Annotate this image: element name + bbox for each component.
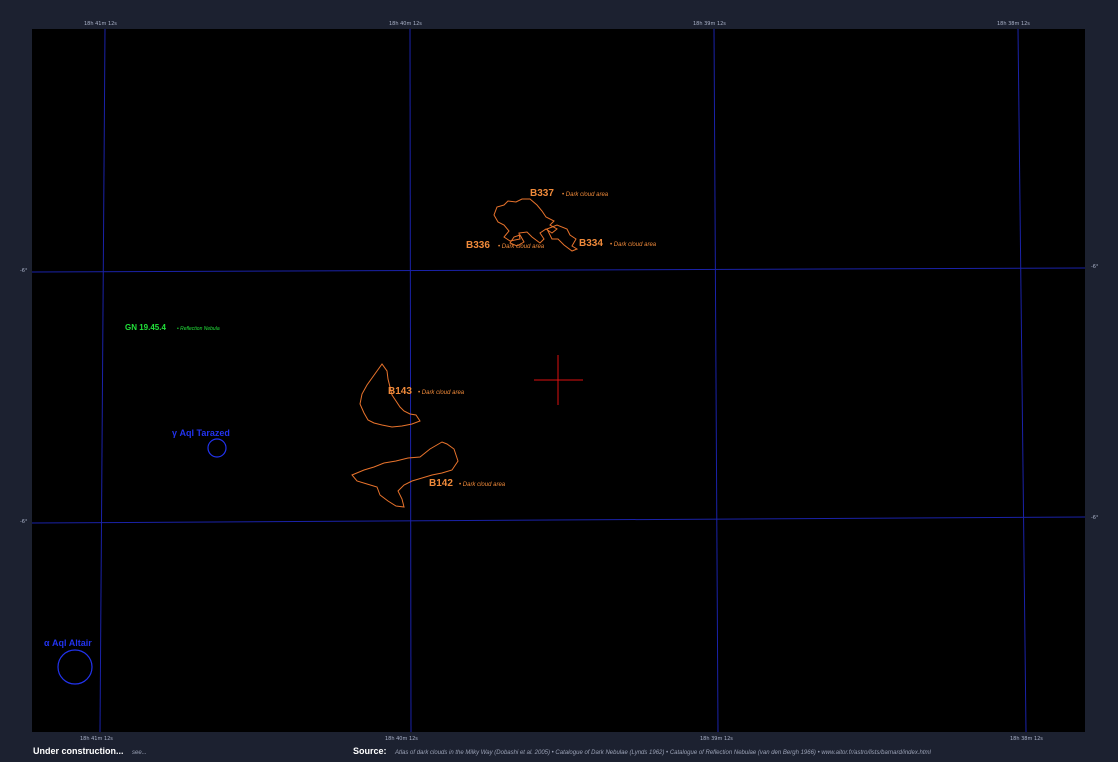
ra-grid-line-3 [713, 29, 719, 732]
cloud-outline-B142 [351, 441, 459, 508]
ra-tick-bottom-4: 18h 38m 12s [1010, 736, 1043, 742]
note-B334: • Dark cloud area [610, 242, 657, 248]
sky-map-svg: B337 • Dark cloud area B336 • Dark cloud… [32, 29, 1085, 732]
footer-source-label: Source: [353, 746, 387, 756]
dec-tick-left-1: -6° [20, 268, 28, 274]
cloud-outline-B334 [546, 224, 579, 252]
note-B336: • Dark cloud area [498, 244, 545, 250]
label-tarazed: γ Aql Tarazed [172, 428, 230, 438]
ra-tick-bottom-3: 18h 39m 12s [700, 736, 733, 742]
dec-tick-right-1: -6° [1091, 264, 1099, 270]
note-B142: • Dark cloud area [459, 482, 506, 488]
label-altair: α Aql Altair [44, 638, 92, 648]
label-B336: B336 [466, 240, 490, 251]
note-B337: • Dark cloud area [562, 192, 609, 198]
sky-map[interactable]: B337 • Dark cloud area B336 • Dark cloud… [32, 29, 1085, 732]
ra-grid-line-1 [99, 29, 106, 732]
dec-tick-right-2: -6° [1091, 515, 1099, 521]
dec-grid-line-1 [32, 267, 1085, 273]
cloud-outline-B337 [493, 198, 558, 244]
label-GN: GN 19.45.4 [125, 323, 166, 332]
dec-tick-left-2: -6° [20, 519, 28, 525]
ra-tick-top-2: 18h 40m 12s [389, 21, 422, 27]
label-B334: B334 [579, 238, 603, 249]
label-B142: B142 [429, 478, 453, 489]
star-tarazed-circle [207, 438, 227, 458]
ra-tick-bottom-1: 18h 41m 12s [80, 736, 113, 742]
ra-tick-bottom-2: 18h 40m 12s [385, 736, 418, 742]
ra-grid-line-2 [409, 29, 412, 732]
note-B143: • Dark cloud area [418, 390, 465, 396]
note-GN: • Reflection Nebula [177, 326, 220, 332]
footer-source-text: Atlas of dark clouds in the Milky Way (D… [395, 750, 931, 756]
footer-left: Under construction... see... [33, 746, 147, 760]
ra-tick-top-4: 18h 38m 12s [997, 21, 1030, 27]
label-B143: B143 [388, 386, 412, 397]
star-altair-circle [57, 649, 93, 685]
footer-see-link[interactable]: see... [132, 750, 147, 756]
dec-grid-line-2 [32, 516, 1085, 524]
ra-tick-top-3: 18h 39m 12s [693, 21, 726, 27]
label-B337: B337 [530, 188, 554, 199]
ra-tick-top-1: 18h 41m 12s [84, 21, 117, 27]
ra-grid-line-4 [1017, 29, 1027, 732]
footer-construction-text: Under construction... [33, 746, 124, 756]
footer-source: Source: Atlas of dark clouds in the Milk… [353, 746, 931, 760]
